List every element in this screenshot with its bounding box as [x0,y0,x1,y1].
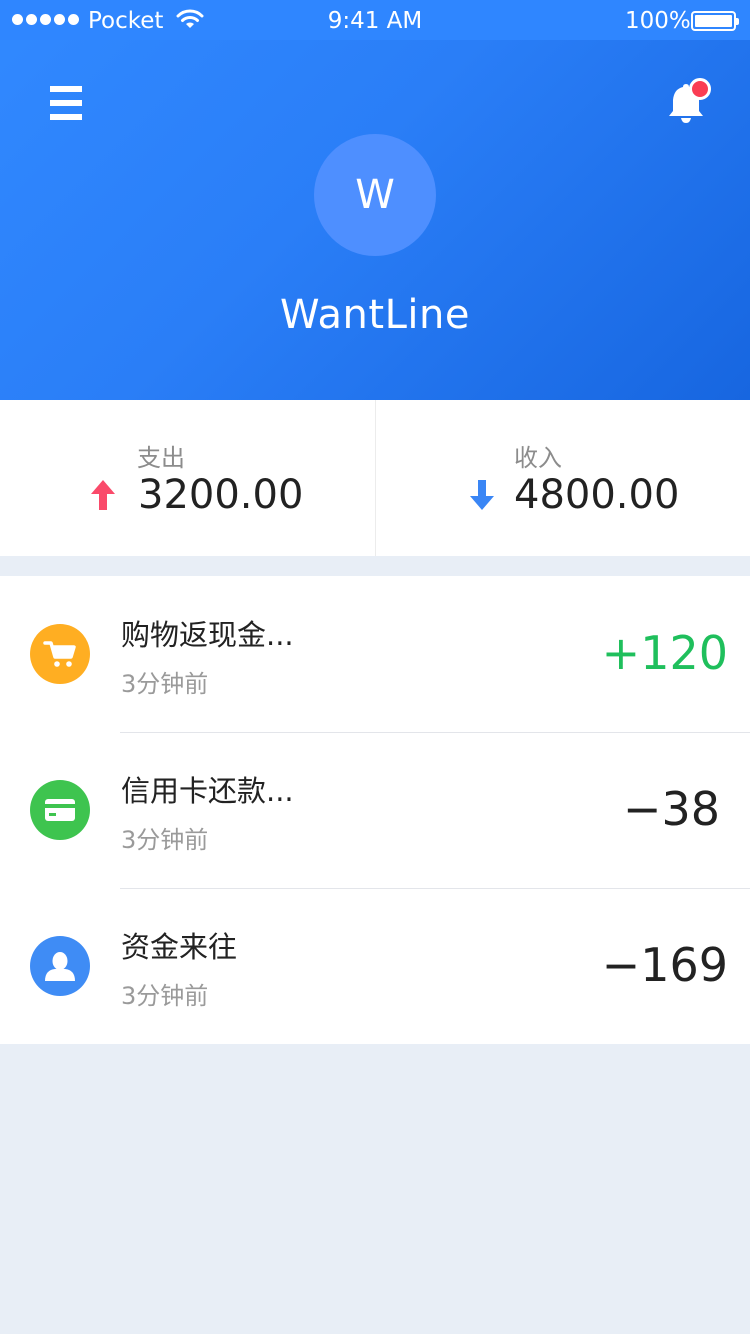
battery-percentage: 100% [625,8,691,34]
transaction-list: 购物返现金... 3分钟前 +120 信用卡还款... 3分钟前 −38 资金来… [0,576,750,1044]
expense-value: 3200.00 [138,472,304,518]
income-summary[interactable]: 收入 4800.00 [375,400,750,556]
transaction-title: 购物返现金... [121,618,294,652]
expense-label: 支出 [137,444,185,472]
transaction-title: 信用卡还款... [121,774,294,808]
arrow-up-icon [91,480,115,510]
transaction-amount: −38 [622,782,720,836]
expense-summary[interactable]: 支出 3200.00 [0,400,375,556]
status-bar: Pocket 9:41 AM 100% [0,0,750,40]
transaction-time: 3分钟前 [121,670,209,698]
income-value: 4800.00 [514,472,680,518]
battery-icon [691,11,739,31]
menu-icon[interactable] [50,86,82,120]
profile-header: Pocket 9:41 AM 100% W WantLine [0,0,750,400]
income-label: 收入 [514,444,562,472]
wifi-icon [176,9,204,28]
transaction-item[interactable]: 资金来往 3分钟前 −169 [0,888,750,1044]
avatar-initial: W [355,172,395,218]
cart-icon [30,624,90,684]
transaction-amount: −169 [601,938,728,992]
balance-summary: 支出 3200.00 收入 4800.00 [0,400,750,556]
notification-badge [689,78,711,100]
transaction-item[interactable]: 购物返现金... 3分钟前 +120 [0,576,750,732]
transaction-title: 资金来往 [121,930,238,964]
signal-strength-icon [12,14,79,25]
transaction-time: 3分钟前 [121,982,209,1010]
username: WantLine [280,292,470,338]
transaction-amount: +120 [601,626,728,680]
arrow-down-icon [470,480,494,510]
user-icon [30,936,90,996]
transaction-item[interactable]: 信用卡还款... 3分钟前 −38 [0,732,750,888]
transaction-time: 3分钟前 [121,826,209,854]
avatar[interactable]: W [314,134,436,256]
credit-card-icon [30,780,90,840]
carrier-name: Pocket [88,8,164,34]
